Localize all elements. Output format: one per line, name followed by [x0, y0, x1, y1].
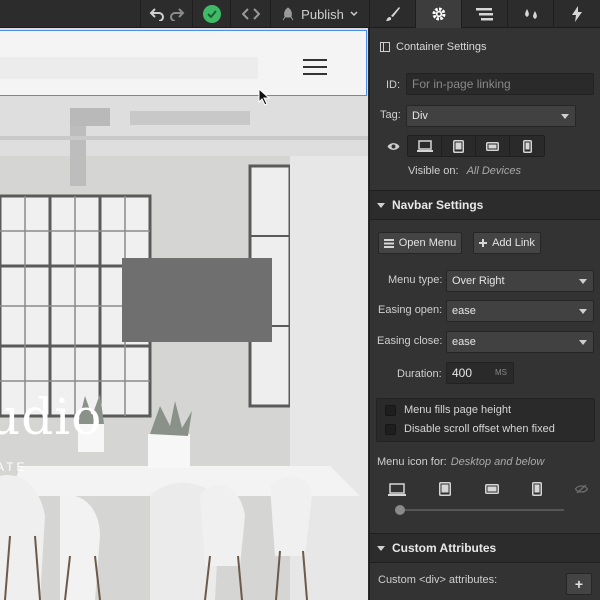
- device-landscape-toggle[interactable]: [476, 136, 510, 156]
- publish-label: Publish: [301, 6, 344, 22]
- add-attribute-button[interactable]: +: [566, 573, 592, 595]
- settings-panel: Container Settings ID: For in-page linki…: [369, 28, 600, 600]
- publish-button[interactable]: Publish: [270, 0, 368, 28]
- code-toggle-button[interactable]: [230, 0, 270, 28]
- gear-icon: [432, 7, 445, 21]
- disable-scroll-option[interactable]: Disable scroll offset when fixed: [385, 423, 555, 435]
- container-settings-title: Container Settings: [396, 41, 487, 53]
- hamburger-menu-icon[interactable]: [303, 59, 327, 75]
- tab-interactions[interactable]: [553, 0, 600, 28]
- tablet-icon: [453, 139, 464, 153]
- navbar-container[interactable]: [0, 30, 367, 96]
- menu-type-label: Menu type:: [388, 274, 443, 286]
- id-field[interactable]: For in-page linking: [406, 73, 594, 95]
- tab-style-manager[interactable]: [507, 0, 553, 28]
- add-link-button[interactable]: Add Link: [473, 232, 541, 254]
- visible-on-value: All Devices: [466, 165, 521, 177]
- duration-field[interactable]: 400 MS: [446, 362, 514, 384]
- navbar-brand-strip: [0, 57, 258, 79]
- menu-type-select[interactable]: Over Right: [446, 270, 594, 292]
- tag-select[interactable]: Div: [406, 105, 576, 127]
- tab-navigator[interactable]: [461, 0, 507, 28]
- menu-icon-row: Menu icon for: Desktop and below: [377, 456, 544, 468]
- office-background-image: [0, 96, 368, 600]
- container-icon: [380, 42, 390, 52]
- easing-open-label: Easing open:: [378, 304, 443, 316]
- easing-open-select[interactable]: ease: [446, 300, 594, 322]
- device-desktop-toggle[interactable]: [408, 136, 442, 156]
- tab-settings[interactable]: [415, 0, 461, 28]
- design-canvas[interactable]: udio ATE: [0, 28, 368, 600]
- visible-on-label: Visible on:: [408, 165, 459, 177]
- disable-scroll-checkbox[interactable]: [385, 423, 396, 435]
- custom-attributes-title: Custom Attributes: [392, 541, 497, 555]
- lightning-icon: [572, 6, 582, 22]
- desktop-icon[interactable]: [388, 482, 406, 496]
- code-toggle-icon: [241, 8, 260, 20]
- phone-landscape-icon[interactable]: [484, 484, 499, 494]
- hero-subtitle: ATE: [0, 460, 28, 474]
- breakpoint-slider-handle[interactable]: [395, 505, 405, 515]
- tag-label: Tag:: [380, 109, 401, 121]
- phone-portrait-icon[interactable]: [531, 482, 542, 496]
- chevron-down-icon: [579, 309, 587, 314]
- eye-icon: [387, 143, 400, 150]
- easing-close-label: Easing close:: [377, 335, 443, 347]
- undo-redo-group: [140, 0, 192, 28]
- status-check[interactable]: [192, 0, 230, 28]
- device-portrait-toggle[interactable]: [510, 136, 544, 156]
- chevron-down-icon: [579, 340, 587, 345]
- tab-style[interactable]: [369, 0, 415, 28]
- chevron-down-icon: [561, 114, 569, 119]
- custom-attributes-header[interactable]: Custom Attributes: [370, 533, 600, 563]
- duration-unit: MS: [495, 368, 507, 377]
- drops-icon: [524, 9, 537, 19]
- navigator-icon: [475, 8, 493, 21]
- mouse-cursor-icon: [258, 88, 270, 106]
- id-label: ID:: [386, 79, 401, 91]
- top-toolbar: Publish: [0, 0, 600, 28]
- tablet-icon[interactable]: [439, 482, 452, 496]
- easing-close-select[interactable]: ease: [446, 331, 594, 353]
- menu-icon: [383, 238, 394, 248]
- chevron-down-icon: [579, 279, 587, 284]
- menu-icon-breakpoints: [388, 482, 588, 496]
- device-tablet-toggle[interactable]: [442, 136, 476, 156]
- brush-icon: [385, 7, 400, 21]
- navbar-settings-header[interactable]: Navbar Settings: [370, 190, 600, 220]
- desktop-icon: [416, 140, 433, 152]
- open-menu-button[interactable]: Open Menu: [378, 232, 462, 254]
- breakpoint-slider-track[interactable]: [398, 509, 564, 511]
- fills-height-option[interactable]: Menu fills page height: [385, 404, 511, 416]
- chevron-down-icon: [350, 11, 358, 17]
- collapse-triangle-icon: [377, 202, 385, 208]
- container-settings-header: Container Settings: [380, 41, 487, 53]
- fills-height-checkbox[interactable]: [385, 404, 396, 416]
- phone-landscape-icon: [486, 141, 499, 151]
- undo-icon[interactable]: [149, 7, 165, 21]
- hero-title: udio: [0, 388, 103, 446]
- visibility-device-group: [407, 135, 545, 157]
- eye-hidden-icon[interactable]: [575, 484, 588, 494]
- menu-options-box: Menu fills page height Disable scroll of…: [376, 398, 595, 442]
- visible-on-row: Visible on: All Devices: [408, 165, 521, 177]
- custom-attributes-subtitle: Custom <div> attributes:: [378, 574, 498, 586]
- check-icon: [202, 5, 221, 23]
- phone-portrait-icon: [522, 139, 532, 153]
- menu-icon-value: Desktop and below: [450, 456, 545, 468]
- menu-icon-label: Menu icon for:: [377, 456, 447, 468]
- duration-label: Duration:: [397, 368, 442, 380]
- collapse-triangle-icon: [377, 545, 385, 551]
- publish-icon: [282, 7, 294, 21]
- navbar-settings-title: Navbar Settings: [392, 198, 484, 212]
- tag-value: Div: [412, 110, 428, 122]
- plus-icon: [479, 239, 488, 247]
- redo-icon[interactable]: [169, 7, 185, 21]
